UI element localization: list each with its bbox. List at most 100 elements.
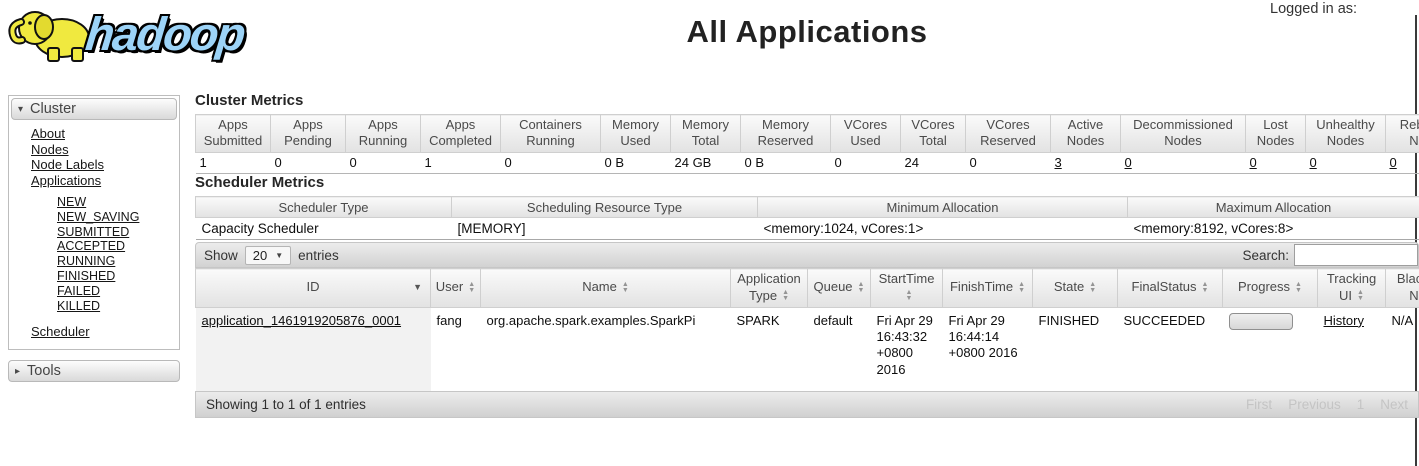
app-user-cell: fang: [431, 307, 481, 394]
col-state[interactable]: State: [1033, 269, 1118, 308]
applications-table: ID▼ User Name Application Type Queue Sta…: [195, 268, 1419, 394]
sidebar-item-running: RUNNING: [57, 254, 177, 269]
sort-icon: [1202, 282, 1209, 294]
application-id-link[interactable]: application_1461919205876_0001: [202, 313, 402, 328]
col-unhealthy-nodes: Unhealthy Nodes: [1306, 115, 1386, 153]
sidebar-item-accepted: ACCEPTED: [57, 239, 177, 254]
scheduler-link[interactable]: Scheduler: [31, 324, 90, 339]
sidebar-section-cluster[interactable]: ▾ Cluster: [11, 98, 177, 120]
application-row: application_1461919205876_0001 fang org.…: [196, 307, 1419, 394]
sort-icon: [906, 290, 913, 302]
sidebar-section-tools[interactable]: ▸ Tools: [8, 360, 180, 382]
cluster-metrics-table: Apps Submitted Apps Pending Apps Running…: [195, 114, 1419, 174]
col-progress[interactable]: Progress: [1223, 269, 1318, 308]
col-finishtime[interactable]: FinishTime: [943, 269, 1033, 308]
col-blacklisted-nodes[interactable]: Blacklisted Nodes: [1386, 269, 1419, 308]
nodes-link[interactable]: Nodes: [31, 142, 69, 157]
active-nodes-link[interactable]: 3: [1055, 155, 1062, 170]
col-rebooted-nodes: Rebooted Nodes: [1386, 115, 1419, 153]
state-new-saving-link[interactable]: NEW_SAVING: [57, 210, 139, 224]
vcores-used-value: 0: [831, 152, 901, 173]
col-apps-completed: Apps Completed: [421, 115, 501, 153]
col-vcores-reserved: VCores Reserved: [966, 115, 1051, 153]
rebooted-nodes-cell: 0: [1386, 152, 1419, 173]
pagination-page-1-button[interactable]: 1: [1357, 397, 1365, 412]
col-vcores-used: VCores Used: [831, 115, 901, 153]
pagination-next-button[interactable]: Next: [1380, 397, 1408, 412]
pagination-previous-button[interactable]: Previous: [1288, 397, 1341, 412]
sidebar-item-failed: FAILED: [57, 284, 177, 299]
state-failed-link[interactable]: FAILED: [57, 284, 100, 298]
col-tracking-ui-label: Tracking UI: [1327, 271, 1376, 303]
state-new-link[interactable]: NEW: [57, 195, 86, 209]
search-area: Search:: [1242, 244, 1418, 266]
sidebar-cluster-box: ▾ Cluster About Nodes Node Labels Applic…: [8, 95, 180, 350]
state-killed-link[interactable]: KILLED: [57, 299, 100, 313]
state-accepted-link[interactable]: ACCEPTED: [57, 239, 125, 253]
col-minimum-allocation: Minimum Allocation: [758, 197, 1128, 218]
sidebar-item-submitted: SUBMITTED: [57, 225, 177, 240]
yarn-all-applications-page: hadoop All Applications Logged in as: ▾ …: [0, 0, 1419, 466]
history-link[interactable]: History: [1324, 313, 1364, 328]
pagination-first-button[interactable]: First: [1246, 397, 1272, 412]
logged-in-label: Logged in as:: [1270, 1, 1357, 17]
about-link[interactable]: About: [31, 126, 65, 141]
node-labels-link[interactable]: Node Labels: [31, 157, 104, 172]
page-size-select[interactable]: 20 ▼: [245, 246, 291, 265]
col-scheduler-type: Scheduler Type: [196, 197, 452, 218]
applications-header-row: ID▼ User Name Application Type Queue Sta…: [196, 269, 1419, 308]
search-input[interactable]: [1294, 244, 1418, 266]
app-finalstatus-cell: SUCCEEDED: [1118, 307, 1223, 394]
col-application-type[interactable]: Application Type: [731, 269, 808, 308]
col-containers-running: Containers Running: [501, 115, 601, 153]
page-size-value: 20: [253, 248, 267, 263]
sidebar-item-about: About: [31, 126, 177, 142]
col-queue-label: Queue: [814, 279, 853, 294]
col-tracking-ui[interactable]: Tracking UI: [1318, 269, 1386, 308]
col-user[interactable]: User: [431, 269, 481, 308]
active-nodes-cell: 3: [1051, 152, 1121, 173]
col-finalstatus-label: FinalStatus: [1132, 279, 1197, 294]
unhealthy-nodes-link[interactable]: 0: [1310, 155, 1317, 170]
memory-total-value: 24 GB: [671, 152, 741, 173]
apps-running-value: 0: [346, 152, 421, 173]
memory-reserved-value: 0 B: [741, 152, 831, 173]
rebooted-nodes-link[interactable]: 0: [1390, 155, 1397, 170]
lost-nodes-cell: 0: [1246, 152, 1306, 173]
col-id[interactable]: ID▼: [196, 269, 431, 308]
app-queue-cell: default: [808, 307, 871, 394]
col-vcores-total: VCores Total: [901, 115, 966, 153]
scheduling-resource-type-value: [MEMORY]: [452, 218, 758, 240]
tools-expand-icon: ▸: [15, 366, 20, 377]
app-type-cell: SPARK: [731, 307, 808, 394]
scheduler-type-value: Capacity Scheduler: [196, 218, 452, 240]
state-running-link[interactable]: RUNNING: [57, 254, 115, 268]
app-progress-cell: [1223, 307, 1318, 394]
col-finishtime-label: FinishTime: [950, 279, 1013, 294]
sidebar-item-new: NEW: [57, 195, 177, 210]
col-name[interactable]: Name: [481, 269, 731, 308]
app-state-cell: FINISHED: [1033, 307, 1118, 394]
sort-icon: [1018, 282, 1025, 294]
state-submitted-link[interactable]: SUBMITTED: [57, 225, 129, 239]
page-title: All Applications: [195, 14, 1419, 50]
app-tracking-cell: History: [1318, 307, 1386, 394]
decommissioned-nodes-link[interactable]: 0: [1125, 155, 1132, 170]
col-memory-used: Memory Used: [601, 115, 671, 153]
sort-icon: [1295, 282, 1302, 294]
state-finished-link[interactable]: FINISHED: [57, 269, 115, 283]
col-scheduling-resource-type: Scheduling Resource Type: [452, 197, 758, 218]
col-finalstatus[interactable]: FinalStatus: [1118, 269, 1223, 308]
containers-running-value: 0: [501, 152, 601, 173]
apps-table-footer: Showing 1 to 1 of 1 entries First Previo…: [195, 391, 1419, 418]
col-starttime[interactable]: StartTime: [871, 269, 943, 308]
col-user-label: User: [436, 279, 463, 294]
app-id-cell: application_1461919205876_0001: [196, 307, 431, 394]
col-queue[interactable]: Queue: [808, 269, 871, 308]
lost-nodes-link[interactable]: 0: [1250, 155, 1257, 170]
col-apps-running: Apps Running: [346, 115, 421, 153]
scheduler-metrics-heading: Scheduler Metrics: [195, 174, 324, 191]
sort-icon: [1357, 290, 1364, 302]
apps-table-toolbar: Show 20 ▼ entries Search:: [195, 242, 1419, 268]
applications-link[interactable]: Applications: [31, 173, 101, 188]
